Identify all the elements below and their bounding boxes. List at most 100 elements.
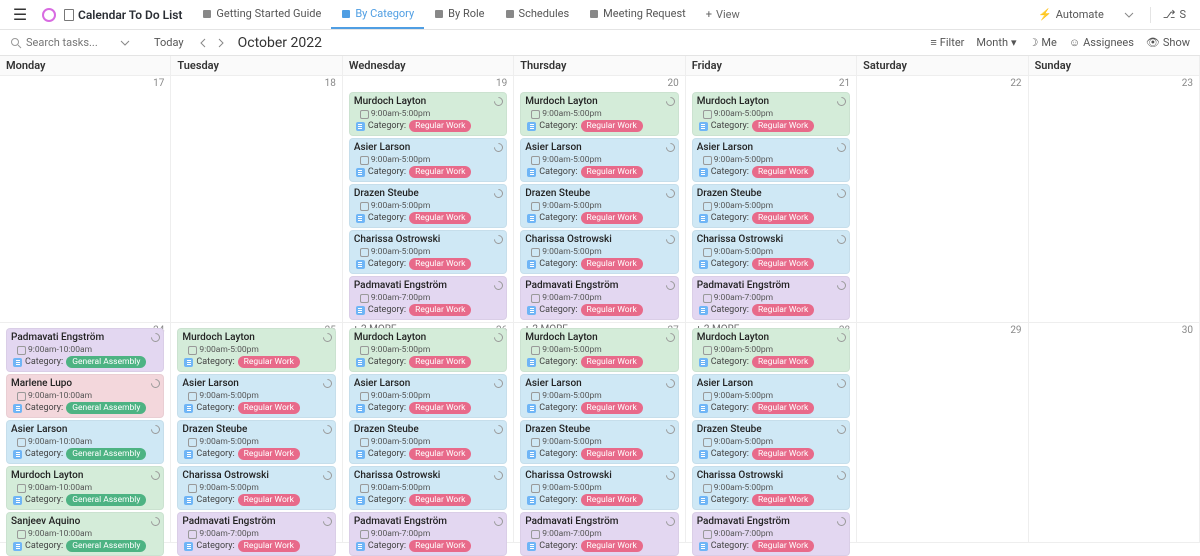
calendar-cell[interactable]: 20 Murdoch Layton 9:00am-5:00pm Category… <box>514 76 684 323</box>
calendar-event[interactable]: Asier Larson 9:00am-5:00pm Category: Reg… <box>349 138 507 182</box>
calendar-cell[interactable]: 17 <box>0 76 170 323</box>
me-button[interactable]: ☽Me <box>1029 36 1057 49</box>
calendar-cell[interactable]: 24 Padmavati Engström 9:00am-10:00am Cat… <box>0 323 170 543</box>
month-dropdown[interactable]: Month▾ <box>976 36 1016 49</box>
calendar-event[interactable]: Padmavati Engström 9:00am-7:00pm Categor… <box>349 512 507 556</box>
category-label: Category: <box>368 403 406 413</box>
calendar-event[interactable]: Drazen Steube 9:00am-5:00pm Category: Re… <box>349 420 507 464</box>
bolt-icon: ⚡ <box>1038 8 1052 21</box>
calendar-cell[interactable]: 21 Murdoch Layton 9:00am-5:00pm Category… <box>686 76 856 323</box>
calendar-event[interactable]: Asier Larson 9:00am-5:00pm Category: Reg… <box>520 374 678 418</box>
show-button[interactable]: 👁Show <box>1146 36 1190 49</box>
calendar-event[interactable]: Drazen Steube 9:00am-5:00pm Category: Re… <box>520 420 678 464</box>
calendar-event[interactable]: Murdoch Layton 9:00am-5:00pm Category: R… <box>692 92 850 136</box>
event-title: Drazen Steube <box>354 424 502 436</box>
calendar-event[interactable]: Padmavati Engström 9:00am-7:00pm Categor… <box>349 276 507 320</box>
calendar-cell[interactable]: 28 Murdoch Layton 9:00am-5:00pm Category… <box>686 323 856 543</box>
tab-by-role[interactable]: By Role <box>424 0 494 29</box>
calendar-event[interactable]: Murdoch Layton 9:00am-10:00am Category: … <box>6 466 164 510</box>
calendar-event[interactable]: Padmavati Engström 9:00am-7:00pm Categor… <box>520 276 678 320</box>
event-title: Charissa Ostrowski <box>525 470 673 482</box>
today-button[interactable]: Today <box>154 36 184 49</box>
calendar-cell[interactable]: 29 <box>857 323 1027 543</box>
category-tag: Regular Work <box>409 166 471 178</box>
calendar-cell[interactable]: 27 Murdoch Layton 9:00am-5:00pm Category… <box>514 323 684 543</box>
tab-by-category[interactable]: By Category <box>331 0 424 29</box>
automate-button[interactable]: ⚡Automate <box>1030 8 1112 21</box>
category-icon <box>699 450 708 459</box>
view-tabs: Getting Started Guide By Category By Rol… <box>192 0 749 29</box>
search-input[interactable] <box>26 36 116 49</box>
category-label: Category: <box>539 495 577 505</box>
share-button[interactable]: ⎇S <box>1155 8 1194 21</box>
plus-icon: + <box>706 8 712 21</box>
calendar-event[interactable]: Asier Larson 9:00am-10:00am Category: Ge… <box>6 420 164 464</box>
category-label: Category: <box>25 449 63 459</box>
menu-icon[interactable]: ☰ <box>6 5 34 24</box>
day-column: Wednesday19 Murdoch Layton 9:00am-5:00pm… <box>343 56 514 543</box>
calendar-event[interactable]: Drazen Steube 9:00am-5:00pm Category: Re… <box>520 184 678 228</box>
event-title: Drazen Steube <box>354 188 502 200</box>
calendar-event[interactable]: Asier Larson 9:00am-5:00pm Category: Reg… <box>177 374 335 418</box>
category-label: Category: <box>711 167 749 177</box>
tab-schedules[interactable]: Schedules <box>495 0 580 29</box>
calendar-event[interactable]: Padmavati Engström 9:00am-7:00pm Categor… <box>177 512 335 556</box>
calendar-event[interactable]: Asier Larson 9:00am-5:00pm Category: Reg… <box>692 138 850 182</box>
calendar-event[interactable]: Charissa Ostrowski 9:00am-5:00pm Categor… <box>692 230 850 274</box>
calendar-event[interactable]: Drazen Steube 9:00am-5:00pm Category: Re… <box>177 420 335 464</box>
calendar-event[interactable]: Drazen Steube 9:00am-5:00pm Category: Re… <box>692 420 850 464</box>
calendar-event[interactable]: Drazen Steube 9:00am-5:00pm Category: Re… <box>349 184 507 228</box>
calendar-event[interactable]: Murdoch Layton 9:00am-5:00pm Category: R… <box>349 92 507 136</box>
calendar-event[interactable]: Padmavati Engström 9:00am-7:00pm Categor… <box>692 276 850 320</box>
calendar-cell[interactable]: 18 <box>171 76 341 323</box>
calendar-event[interactable]: Murdoch Layton 9:00am-5:00pm Category: R… <box>349 328 507 372</box>
calendar-event[interactable]: Sanjeev Aquino 9:00am-10:00am Category: … <box>6 512 164 556</box>
calendar-event[interactable]: Asier Larson 9:00am-5:00pm Category: Reg… <box>692 374 850 418</box>
prev-icon[interactable] <box>198 38 208 48</box>
calendar-event[interactable]: Asier Larson 9:00am-5:00pm Category: Reg… <box>520 138 678 182</box>
tab-meeting-request[interactable]: Meeting Request <box>579 0 696 29</box>
calendar-cell[interactable]: 19 Murdoch Layton 9:00am-5:00pm Category… <box>343 76 513 323</box>
calendar-cell[interactable]: 26 Murdoch Layton 9:00am-5:00pm Category… <box>343 323 513 543</box>
calendar-event[interactable]: Murdoch Layton 9:00am-5:00pm Category: R… <box>692 328 850 372</box>
calendar-event[interactable]: Padmavati Engström 9:00am-7:00pm Categor… <box>520 512 678 556</box>
day-header: Saturday <box>857 56 1027 76</box>
calendar-event[interactable]: Charissa Ostrowski 9:00am-5:00pm Categor… <box>177 466 335 510</box>
search-expand-icon[interactable] <box>120 38 130 48</box>
tab-getting-started[interactable]: Getting Started Guide <box>192 0 331 29</box>
day-header: Wednesday <box>343 56 513 76</box>
calendar-event[interactable]: Marlene Lupo 9:00am-10:00am Category: Ge… <box>6 374 164 418</box>
calendar-cell[interactable]: 22 <box>857 76 1027 323</box>
calendar-cell[interactable]: 23 <box>1029 76 1199 323</box>
calendar-cell[interactable]: 25 Murdoch Layton 9:00am-5:00pm Category… <box>171 323 341 543</box>
assignees-button[interactable]: ☺Assignees <box>1069 36 1134 49</box>
calendar-cell[interactable]: 30 <box>1029 323 1199 543</box>
calendar-event[interactable]: Asier Larson 9:00am-5:00pm Category: Reg… <box>349 374 507 418</box>
app-logo[interactable] <box>42 8 56 22</box>
automate-chevron[interactable] <box>1112 10 1146 20</box>
add-view-button[interactable]: +View <box>696 0 750 29</box>
event-time: 9:00am-5:00pm <box>531 155 673 165</box>
calendar-event[interactable]: Murdoch Layton 9:00am-5:00pm Category: R… <box>177 328 335 372</box>
event-time: 9:00am-5:00pm <box>531 247 673 257</box>
category-tag: Regular Work <box>409 448 471 460</box>
next-icon[interactable] <box>216 38 226 48</box>
calendar-event[interactable]: Murdoch Layton 9:00am-5:00pm Category: R… <box>520 92 678 136</box>
calendar-event[interactable]: Charissa Ostrowski 9:00am-5:00pm Categor… <box>520 230 678 274</box>
filter-button[interactable]: ≡Filter <box>930 36 964 49</box>
category-icon <box>527 306 536 315</box>
calendar-event[interactable]: Murdoch Layton 9:00am-5:00pm Category: R… <box>520 328 678 372</box>
calendar-event[interactable]: Padmavati Engström 9:00am-10:00am Catego… <box>6 328 164 372</box>
category-tag: Regular Work <box>238 494 300 506</box>
event-time: 9:00am-10:00am <box>17 437 159 447</box>
calendar-event[interactable]: Charissa Ostrowski 9:00am-5:00pm Categor… <box>692 466 850 510</box>
calendar-event[interactable]: Charissa Ostrowski 9:00am-5:00pm Categor… <box>349 466 507 510</box>
calendar-event[interactable]: Drazen Steube 9:00am-5:00pm Category: Re… <box>692 184 850 228</box>
calendar-event[interactable]: Charissa Ostrowski 9:00am-5:00pm Categor… <box>349 230 507 274</box>
event-time: 9:00am-5:00pm <box>188 437 330 447</box>
top-bar: ☰ Calendar To Do List Getting Started Gu… <box>0 0 1200 30</box>
category-tag: Regular Work <box>752 540 814 552</box>
calendar-event[interactable]: Padmavati Engström 9:00am-7:00pm Categor… <box>692 512 850 556</box>
calendar-event[interactable]: Charissa Ostrowski 9:00am-5:00pm Categor… <box>520 466 678 510</box>
page-title-wrap[interactable]: Calendar To Do List <box>64 8 182 22</box>
